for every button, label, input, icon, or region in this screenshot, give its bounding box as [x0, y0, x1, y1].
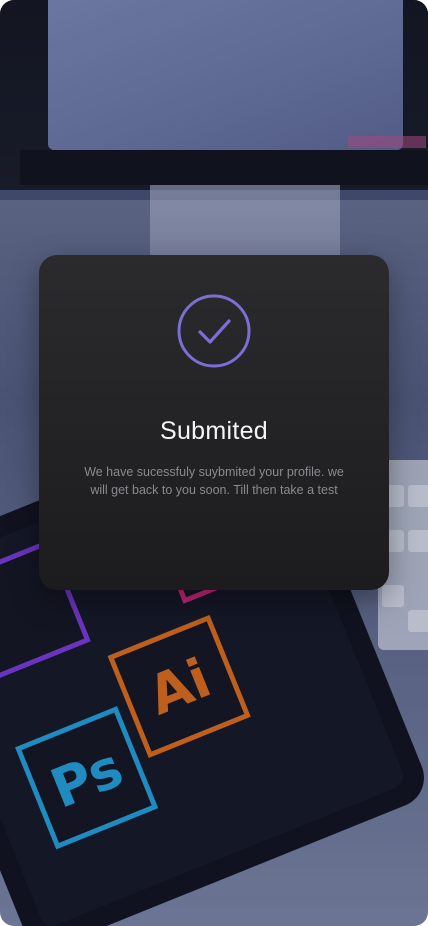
card-title: Submited: [159, 417, 268, 445]
submission-success-card: Submited We have sucessfuly suybmited yo…: [39, 255, 389, 590]
submission-screen: St Ps Ai Submited We have sucessfuly suy…: [0, 0, 428, 926]
check-circle-icon: [176, 293, 252, 369]
card-message: We have sucessfuly suybmited your profil…: [84, 465, 344, 497]
